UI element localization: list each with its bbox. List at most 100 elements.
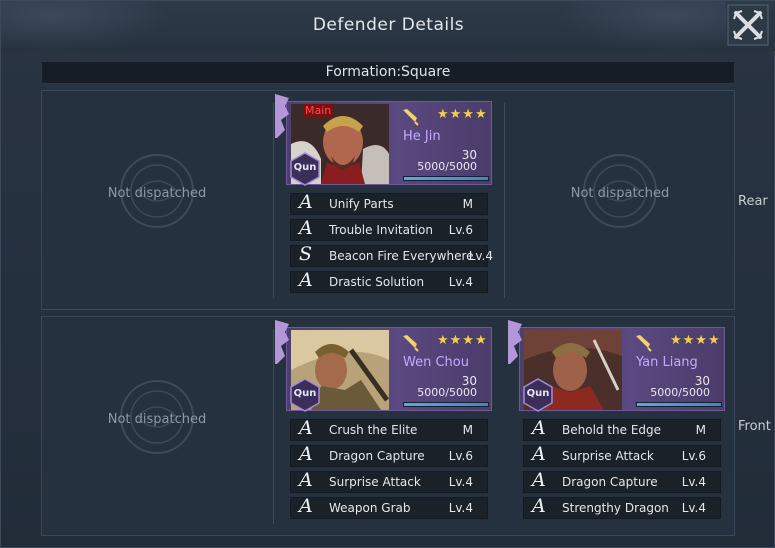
skill-row[interactable]: A Dragon Capture Lv.4: [523, 469, 721, 493]
not-dispatched-label: Not dispatched: [107, 186, 207, 201]
star-rating: ★★★★: [670, 333, 721, 348]
quill-icon: [403, 335, 419, 352]
troop-bar: [403, 176, 489, 181]
skill-grade: A: [299, 417, 313, 439]
skill-list: A Unify Parts M A Trouble Invitation Lv.…: [290, 191, 493, 297]
general-he-jin[interactable]: Main Qun ★★★★ He Jin 30 5000/5000 A Unif…: [274, 94, 493, 305]
quill-icon: [403, 109, 419, 126]
troop-bar-fill: [637, 403, 721, 406]
defender-details-window: Defender Details Formation:Square Not di…: [0, 0, 775, 548]
skill-grade: A: [299, 495, 313, 517]
skill-row[interactable]: A Weapon Grab Lv.4: [290, 495, 488, 519]
skill-level: Lv.4: [681, 475, 706, 489]
skill-row[interactable]: A Drastic Solution Lv.4: [290, 269, 488, 293]
skill-name: Beacon Fire Everywhere: [329, 249, 474, 263]
general-name: Yan Liang: [636, 355, 698, 370]
quill-icon: [636, 335, 652, 352]
general-card[interactable]: Main Qun ★★★★ He Jin 30 5000/5000: [275, 94, 492, 186]
skill-grade: A: [532, 495, 546, 517]
front-left-slot[interactable]: Not dispatched: [42, 317, 272, 535]
skill-grade: A: [299, 269, 313, 291]
skill-name: Behold the Edge: [562, 423, 662, 437]
skill-name: Dragon Capture: [329, 449, 425, 463]
faction-label: Qun: [293, 162, 317, 173]
skill-level: Lv.4: [468, 249, 493, 263]
troop-count: 5000/5000: [417, 386, 477, 399]
skill-level: M: [695, 423, 706, 437]
skill-row[interactable]: A Unify Parts M: [290, 191, 488, 215]
window-title: Defender Details: [312, 15, 465, 35]
skill-row[interactable]: A Crush the Elite M: [290, 417, 488, 441]
general-name: Wen Chou: [403, 355, 469, 370]
skill-row[interactable]: A Behold the Edge M: [523, 417, 721, 441]
faction-label: Qun: [526, 388, 550, 399]
skill-row[interactable]: A Surprise Attack Lv.4: [290, 469, 488, 493]
skill-level: Lv.6: [448, 449, 473, 463]
skill-level: Lv.4: [448, 275, 473, 289]
rear-left-slot[interactable]: Not dispatched: [42, 91, 272, 309]
skill-list: A Behold the Edge M A Surprise Attack Lv…: [523, 417, 721, 523]
skill-row[interactable]: S Beacon Fire Everywhere Lv.4: [290, 243, 493, 267]
skill-level: Lv.4: [448, 501, 473, 515]
skill-grade: A: [532, 469, 546, 491]
star-rating: ★★★★: [437, 333, 488, 348]
skill-name: Drastic Solution: [329, 275, 425, 289]
troop-count: 5000/5000: [650, 386, 710, 399]
title-bar: Defender Details: [1, 1, 775, 51]
skill-level: M: [462, 423, 473, 437]
skill-level: M: [462, 197, 473, 211]
general-card[interactable]: Qun ★★★★ Yan Liang 30 5000/5000: [508, 320, 725, 412]
skill-name: Surprise Attack: [562, 449, 654, 463]
troop-bar: [403, 402, 489, 407]
skill-name: Trouble Invitation: [329, 223, 433, 237]
faction-label: Qun: [293, 388, 317, 399]
skill-name: Unify Parts: [329, 197, 394, 211]
rear-right-slot[interactable]: Not dispatched: [505, 91, 735, 309]
faction-badge: Qun: [290, 378, 320, 412]
troop-bar: [636, 402, 722, 407]
skill-row[interactable]: A Trouble Invitation Lv.6: [290, 217, 488, 241]
skill-grade: S: [299, 243, 313, 265]
faction-badge: Qun: [290, 152, 320, 186]
general-card[interactable]: Qun ★★★★ Wen Chou 30 5000/5000: [275, 320, 492, 412]
troop-bar-fill: [404, 403, 488, 406]
skill-name: Strengthy Dragon: [562, 501, 669, 515]
row-label-rear: Rear: [738, 194, 768, 209]
skill-grade: A: [299, 469, 313, 491]
not-dispatched-label: Not dispatched: [107, 412, 207, 427]
troop-bar-fill: [404, 177, 488, 180]
faction-badge: Qun: [523, 378, 553, 412]
skill-name: Crush the Elite: [329, 423, 418, 437]
formation-label: Formation:Square: [41, 61, 735, 84]
pennant-icon: [508, 320, 522, 364]
front-row-panel: Not dispatched Qun ★★★★ Wen Chou 30 5000…: [41, 316, 735, 536]
pennant-icon: [275, 320, 289, 364]
skill-grade: A: [299, 443, 313, 465]
skill-list: A Crush the Elite M A Dragon Capture Lv.…: [290, 417, 488, 523]
general-yan-liang[interactable]: Qun ★★★★ Yan Liang 30 5000/5000 A Behold…: [507, 320, 725, 531]
skill-name: Surprise Attack: [329, 475, 421, 489]
skill-level: Lv.4: [681, 501, 706, 515]
skill-name: Dragon Capture: [562, 475, 658, 489]
skill-grade: A: [299, 217, 313, 239]
not-dispatched-label: Not dispatched: [570, 186, 670, 201]
pennant-icon: [275, 94, 289, 138]
general-name: He Jin: [403, 129, 441, 144]
skill-row[interactable]: A Dragon Capture Lv.6: [290, 443, 488, 467]
skill-name: Weapon Grab: [329, 501, 411, 515]
close-icon: [727, 4, 769, 46]
skill-row[interactable]: A Surprise Attack Lv.6: [523, 443, 721, 467]
star-rating: ★★★★: [437, 107, 488, 122]
skill-grade: A: [299, 191, 313, 213]
general-wen-chou[interactable]: Qun ★★★★ Wen Chou 30 5000/5000 A Crush t…: [274, 320, 492, 531]
main-general-tag: Main: [303, 104, 334, 118]
skill-level: Lv.6: [681, 449, 706, 463]
row-label-front: Front: [738, 419, 771, 434]
skill-grade: A: [532, 417, 546, 439]
skill-row[interactable]: A Strengthy Dragon Lv.4: [523, 495, 721, 519]
rear-row-panel: Not dispatched Main Qun ★★★★ He Jin 30 5…: [41, 90, 735, 310]
close-button[interactable]: [726, 3, 770, 47]
skill-level: Lv.4: [448, 475, 473, 489]
skill-grade: A: [532, 443, 546, 465]
troop-count: 5000/5000: [417, 160, 477, 173]
